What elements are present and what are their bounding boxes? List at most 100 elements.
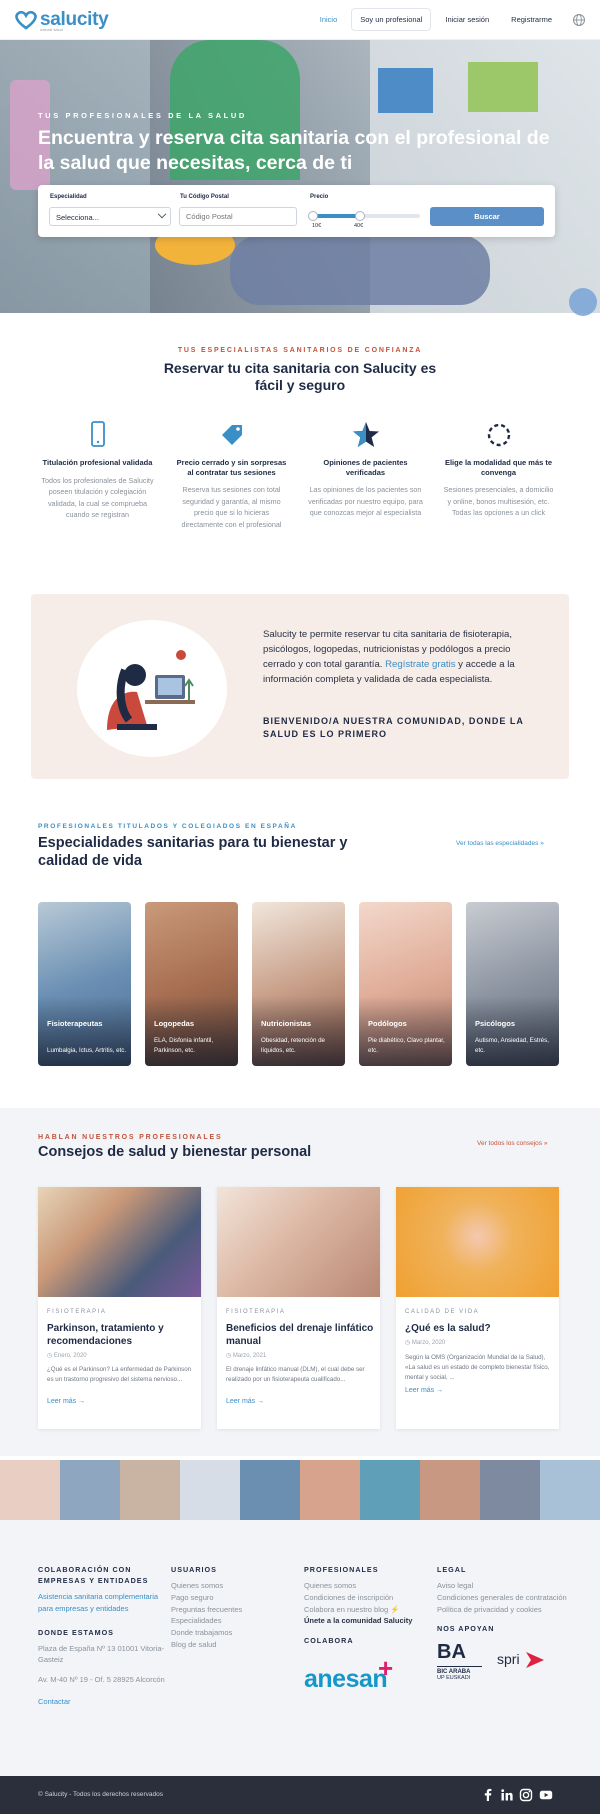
footer-link[interactable]: Política de privacidad y cookies [437, 1604, 572, 1616]
instagram-icon[interactable] [519, 1788, 533, 1802]
specialty-card-podologos[interactable]: Podólogos Pie diabético, Clavo plantar, … [359, 902, 452, 1066]
floating-action-button[interactable] [569, 288, 597, 316]
specialty-select-value: Selecciona... [56, 213, 99, 222]
feature-text: Sesiones presenciales, a domicilio y onl… [443, 485, 554, 517]
star-icon [352, 422, 379, 447]
footer-link[interactable]: Preguntas frecuentes [171, 1604, 301, 1616]
advice-card-image [396, 1187, 559, 1297]
see-all-label: Ver todas las especialidades [456, 840, 539, 847]
advice-card-image [38, 1187, 201, 1297]
clock-icon: ◷ [405, 1340, 411, 1346]
specialty-card-fisioterapeutas[interactable]: Fisioterapeutas Lumbalgia, Ictus, Artrit… [38, 902, 131, 1066]
footer-link[interactable]: Pago seguro [171, 1592, 301, 1604]
hero-eyebrow: TUS PROFESIONALES DE LA SALUD [38, 111, 247, 120]
anesan-logo[interactable]: anesan + [304, 1651, 444, 1695]
photo-strip [0, 1460, 600, 1520]
advice-card-drenaje[interactable]: FISIOTERAPIA Beneficios del drenaje linf… [217, 1187, 380, 1429]
postal-code-input[interactable] [179, 207, 297, 226]
footer-link[interactable]: Asistencia sanitaria complementaria para… [38, 1591, 168, 1615]
search-button[interactable]: Buscar [430, 207, 544, 226]
strip-photo [180, 1460, 240, 1520]
read-more-link[interactable]: Leer más → [405, 1387, 443, 1394]
read-more-link[interactable]: Leer más → [47, 1398, 85, 1405]
feature-title: Titulación profesional validada [42, 458, 153, 467]
read-more-link[interactable]: Leer más → [226, 1398, 264, 1405]
arrow-right-icon: → [257, 1398, 265, 1405]
footer-link[interactable]: Quienes somos [304, 1580, 444, 1592]
spri-arrow-icon [526, 1652, 545, 1669]
nav-registrarme[interactable]: Registrarme [503, 9, 560, 30]
globe-icon[interactable] [572, 13, 586, 27]
footer-link[interactable]: Condiciones de inscripción [304, 1592, 444, 1604]
strip-photo [480, 1460, 540, 1520]
specialties-title: Especialidades sanitarias para tu bienes… [38, 835, 348, 869]
footer-col-users: USUARIOS Quienes somos Pago seguro Pregu… [171, 1564, 301, 1651]
footer-heading: USUARIOS [171, 1565, 217, 1574]
trust-title: Reservar tu cita sanitaria con Salucity … [163, 360, 437, 393]
arrow-right-icon: → [78, 1398, 86, 1405]
see-all-specialties-link[interactable]: Ver todas las especialidades » [456, 840, 544, 847]
youtube-icon[interactable] [539, 1788, 553, 1802]
footer-link[interactable]: Blog de salud [171, 1639, 301, 1651]
spri-logo[interactable]: spri [497, 1649, 546, 1671]
strip-photo [240, 1460, 300, 1520]
footer-heading: PROFESIONALES [304, 1565, 379, 1574]
specialty-card-nutricionistas[interactable]: Nutricionistas Obesidad, retención de lí… [252, 902, 345, 1066]
feature-text: Todos los profesionales de Salucity pose… [41, 475, 154, 520]
bic-logo-sub2: UP EUSKADI [437, 1675, 471, 1682]
footer-link[interactable]: Colabora en nuestro blog ⚡ [304, 1604, 444, 1616]
community-illustration [77, 620, 227, 757]
footer-heading: LEGAL [437, 1565, 467, 1574]
footer-link[interactable]: Donde trabajamos [171, 1627, 301, 1639]
postal-label: Tu Código Postal [180, 194, 229, 200]
strip-photo [540, 1460, 600, 1520]
specialty-name: Fisioterapeutas [47, 1019, 103, 1028]
footer-link[interactable]: Únete a la comunidad Salucity [304, 1615, 444, 1627]
specialty-desc: ELA, Disfonía infantil, Parkinson, etc. [154, 1037, 214, 1054]
feature-title: Opiniones de pacientes verificadas [323, 458, 408, 477]
facebook-icon[interactable] [481, 1788, 495, 1802]
strip-photo [0, 1460, 60, 1520]
footer-link[interactable]: Condiciones generales de contratación [437, 1592, 572, 1604]
advice-date: ◷ Enero, 2020 [47, 1352, 87, 1359]
nav-inicio[interactable]: Inicio [312, 9, 346, 30]
register-link[interactable]: Regístrate gratis [385, 659, 455, 670]
advice-date: ◷ Marzo, 2021 [226, 1352, 266, 1359]
advice-title[interactable]: Beneficios del drenaje linfático manual [226, 1322, 374, 1348]
price-slider[interactable] [308, 211, 420, 221]
price-tag-icon [221, 425, 242, 445]
specialty-card-psicologos[interactable]: Psicólogos Autismo, Ansiedad, Estrés, et… [466, 902, 559, 1066]
advice-date-text: Marzo, 2020 [411, 1340, 446, 1346]
advice-card-parkinson[interactable]: FISIOTERAPIA Parkinson, tratamiento y re… [38, 1187, 201, 1429]
specialty-name: Podólogos [368, 1019, 407, 1028]
chevron-down-icon [157, 209, 167, 219]
feature-validated: Titulación profesional validada Todos lo… [40, 420, 155, 521]
advice-title[interactable]: ¿Qué es la salud? [405, 1322, 553, 1335]
price-min-handle[interactable] [308, 211, 318, 221]
see-all-advice-link[interactable]: Ver todos los consejos » [477, 1140, 547, 1147]
footer-link[interactable]: Aviso legal [437, 1580, 572, 1592]
nav-iniciar-sesion[interactable]: Iniciar sesión [437, 9, 497, 30]
price-max-handle[interactable] [355, 211, 365, 221]
anesan-logo-text: anesan [304, 1665, 388, 1694]
clock-icon: ◷ [226, 1353, 232, 1359]
advice-category: FISIOTERAPIA [226, 1309, 286, 1315]
footer-heading: COLABORA [304, 1636, 354, 1646]
price-label: Precio [310, 194, 329, 200]
footer-address: Plaza de España Nº 13 01001 Vitoria-Gast… [38, 1643, 165, 1665]
specialty-card-logopedas[interactable]: Logopedas ELA, Disfonía infantil, Parkin… [145, 902, 238, 1066]
contact-link[interactable]: Contactar [38, 1696, 168, 1708]
footer-link[interactable]: Quienes somos [171, 1580, 301, 1592]
footer-link[interactable]: Especialidades [171, 1615, 301, 1627]
advice-title[interactable]: Parkinson, tratamiento y recomendaciones [47, 1322, 195, 1348]
advice-excerpt: ¿Qué es el Parkinson? La enfermedad de P… [47, 1366, 192, 1383]
spri-logo-text: spri [497, 1651, 520, 1668]
specialty-select[interactable]: Selecciona... [49, 207, 171, 226]
specialty-desc: Autismo, Ansiedad, Estrés, etc. [475, 1037, 549, 1054]
bic-araba-logo[interactable]: BA BIC ARABA UP EUSKADI [437, 1641, 492, 1681]
nav-soy-profesional[interactable]: Soy un profesional [351, 8, 432, 31]
linkedin-icon[interactable] [500, 1788, 514, 1802]
community-box: Salucity te permite reservar tu cita san… [31, 594, 569, 779]
advice-card-salud[interactable]: CALIDAD DE VIDA ¿Qué es la salud? ◷ Marz… [396, 1187, 559, 1429]
feature-modality: Elige la modalidad que más te convenga S… [441, 420, 556, 519]
